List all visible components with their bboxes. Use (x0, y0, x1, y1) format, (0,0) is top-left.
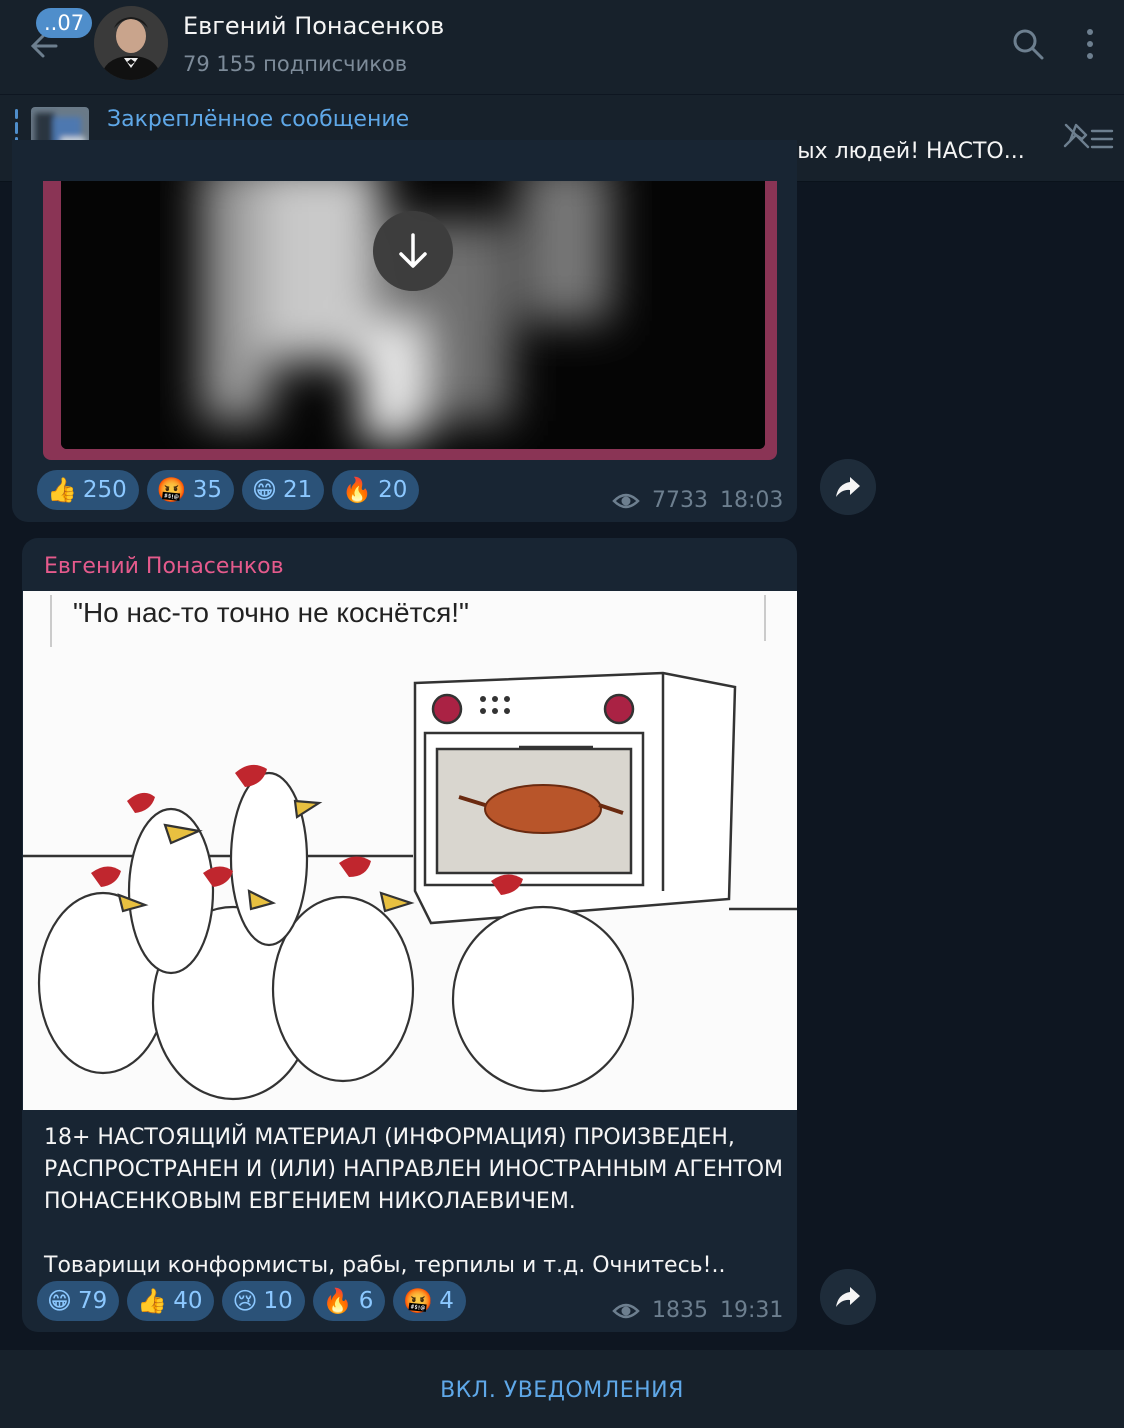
download-icon[interactable] (373, 211, 453, 291)
more-vertical-icon[interactable] (1078, 26, 1102, 62)
unread-badge: ..07 (36, 8, 93, 38)
views-eye-icon (612, 1303, 640, 1318)
cartoon-image[interactable]: "Но нас-то точно не коснётся!" (23, 591, 797, 1110)
message-body-text: Товарищи конформисты, рабы, терпилы и т.… (44, 1253, 726, 1278)
reactions-row: 😁 79 👍 40 😢 10 🔥 6 🤬 4 (37, 1281, 466, 1321)
enable-notifications-button[interactable]: ВКЛ. УВЕДОМЛЕНИЯ (0, 1378, 1124, 1403)
sender-name[interactable]: Евгений Понасенков (44, 554, 284, 579)
reaction-chip[interactable]: 👍 250 (37, 470, 139, 510)
unpin-list-icon[interactable] (1062, 121, 1114, 155)
view-count: 1835 (652, 1298, 708, 1323)
reaction-emoji: 😁 (251, 476, 277, 504)
reaction-count: 79 (78, 1288, 108, 1314)
channel-avatar[interactable] (94, 6, 168, 80)
reaction-chip[interactable]: 🔥 6 (312, 1281, 386, 1321)
reaction-emoji: 🔥 (342, 476, 373, 504)
reaction-chip[interactable]: 🤬 4 (393, 1281, 466, 1321)
reaction-emoji: 👍 (47, 476, 77, 504)
reaction-chip[interactable]: 👍 40 (127, 1281, 215, 1321)
reaction-chip[interactable]: 🔥 20 (332, 470, 420, 510)
reaction-chip[interactable]: 😢 10 (222, 1281, 305, 1321)
reaction-count: 6 (358, 1288, 374, 1314)
disclaimer-text: 18+ НАСТОЯЩИЙ МАТЕРИАЛ (ИНФОРМАЦИЯ) ПРОИ… (44, 1125, 784, 1214)
reaction-count: 4 (439, 1288, 454, 1314)
reactions-row: 👍 250 🤬 35 😁 21 🔥 20 (37, 470, 420, 510)
cartoon-caption: "Но нас-то точно не коснётся!" (73, 597, 469, 628)
message-text: 18+ НАСТОЯЩИЙ МАТЕРИАЛ (ИНФОРМАЦИЯ) ПРОИ… (44, 1122, 784, 1282)
reaction-count: 35 (192, 477, 222, 503)
reaction-emoji: 🤬 (403, 1287, 434, 1315)
forward-share-icon[interactable] (820, 1269, 876, 1325)
view-count: 7733 (652, 488, 708, 513)
reaction-chip[interactable]: 🤬 35 (146, 470, 234, 510)
search-icon[interactable] (1010, 26, 1046, 62)
channel-title[interactable]: Евгений Понасенков (183, 12, 444, 40)
reaction-count: 10 (263, 1288, 293, 1314)
forward-share-icon[interactable] (820, 459, 876, 515)
reaction-emoji: 👍 (137, 1287, 168, 1315)
reaction-emoji: 🤬 (156, 476, 187, 504)
subscriber-count: 79 155 подписчиков (183, 52, 408, 76)
reaction-count: 250 (82, 477, 127, 503)
reaction-emoji: 🔥 (322, 1287, 353, 1315)
reaction-emoji: 😢 (232, 1287, 258, 1315)
reaction-chip[interactable]: 😁 21 (241, 470, 325, 510)
reaction-count: 20 (378, 477, 408, 503)
chat-header: ..07 Евгений Понасенков 79 155 подписчик… (0, 0, 1124, 94)
reaction-chip[interactable]: 😁 79 (37, 1281, 120, 1321)
message-time: 19:31 (720, 1298, 784, 1323)
pinned-title: Закреплённое сообщение (107, 107, 410, 132)
message-meta: 1835 19:31 (612, 1298, 783, 1323)
message-time: 18:03 (720, 488, 784, 513)
reaction-count: 40 (173, 1288, 203, 1314)
message-meta: 7733 18:03 (612, 488, 783, 513)
reaction-count: 21 (283, 477, 313, 503)
views-eye-icon (612, 493, 640, 508)
reaction-emoji: 😁 (47, 1287, 73, 1315)
